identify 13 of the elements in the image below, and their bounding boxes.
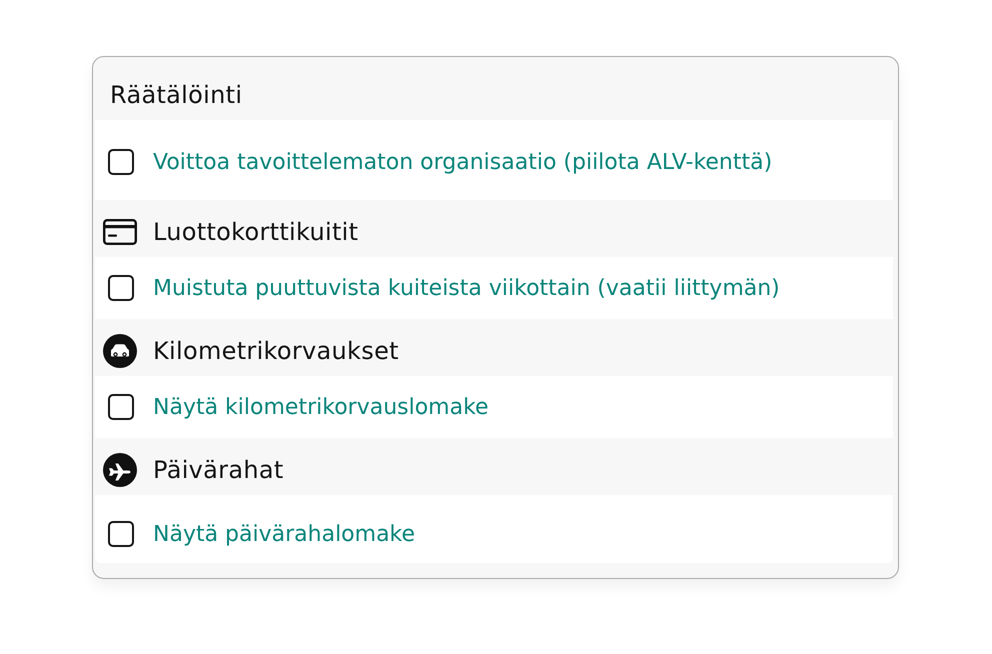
checkbox[interactable] bbox=[108, 521, 134, 547]
section-heading: Kilometrikorvaukset bbox=[153, 336, 399, 364]
checkbox-label[interactable]: Näytä päivärahalomake bbox=[153, 522, 416, 546]
checkbox-label[interactable]: Näytä kilometrikorvauslomake bbox=[153, 394, 489, 420]
checkbox[interactable] bbox=[108, 394, 134, 420]
checkbox[interactable] bbox=[108, 275, 134, 301]
section-heading: Päivärahat bbox=[153, 456, 284, 484]
car-icon bbox=[103, 334, 137, 368]
airplane-icon bbox=[103, 452, 137, 486]
card-title: Räätälöinti bbox=[110, 80, 242, 108]
section-heading: Luottokorttikuitit bbox=[153, 218, 358, 246]
checkbox[interactable] bbox=[108, 149, 134, 175]
credit-card-icon bbox=[103, 218, 137, 244]
